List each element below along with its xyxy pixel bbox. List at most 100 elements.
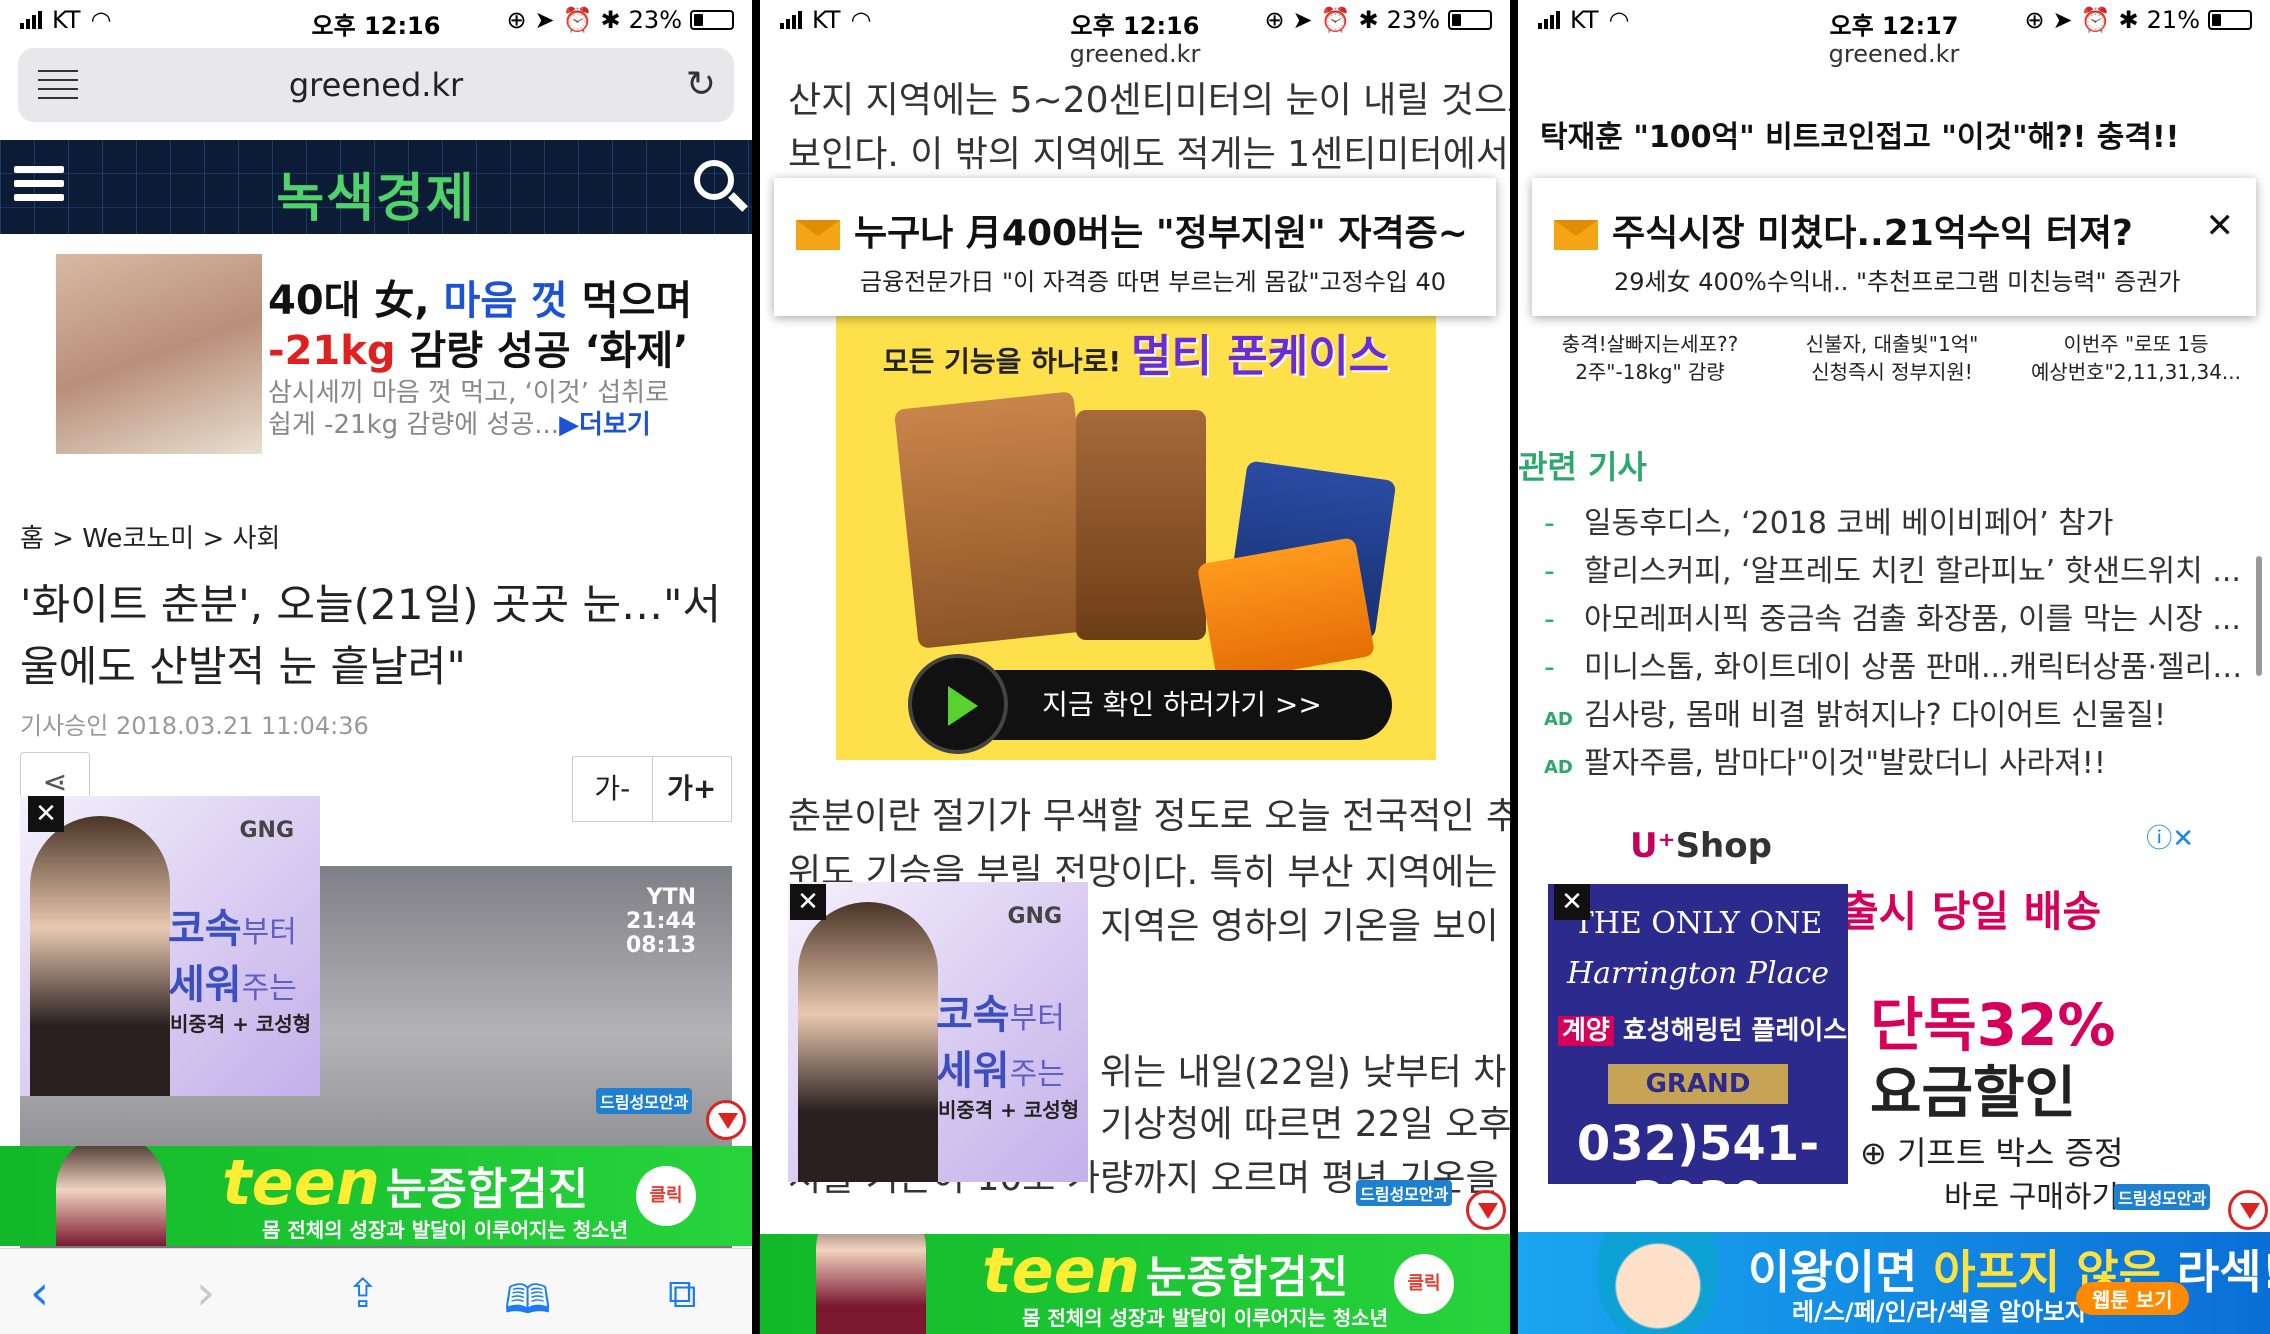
notification-body: 29세女 400%수익내.. "추천프로그램 미친능력" 증권가 (1614, 268, 2181, 296)
safari-toolbar: ‹ › ⇪ 🕮 ⧉ (0, 1248, 752, 1334)
list-item[interactable]: - 일동후디스, ‘2018 코베 베이비페어’ 참가 (1544, 500, 2244, 548)
related-articles-list: - 일동후디스, ‘2018 코베 베이비페어’ 참가 - 할리스커피, ‘알프레도… (1544, 500, 2244, 788)
url-text[interactable]: greened.kr (1518, 40, 2270, 68)
ad-product-image (1076, 410, 1206, 640)
reload-icon[interactable]: ↻ (686, 64, 716, 105)
ad-model-image (816, 1234, 926, 1334)
ad-info-icon[interactable] (2228, 1190, 2268, 1230)
ad-tagline: THE ONLY ONE (1573, 906, 1823, 941)
ad-headline-2: 세워주는 (936, 1048, 1065, 1094)
close-ad-button[interactable]: ✕ (28, 796, 64, 832)
article-title: '화이트 춘분', 오늘(21일) 곳곳 눈…"서울에도 산발적 눈 흩날려" (20, 580, 722, 691)
tabs-icon[interactable]: ⧉ (668, 1271, 697, 1317)
ad-headline-1: 코속부터 (168, 906, 297, 952)
ad-click-badge[interactable]: 클릭 (1394, 1254, 1454, 1314)
scrollbar[interactable] (2256, 556, 2262, 676)
list-item[interactable]: - 할리스커피, ‘알프레도 치킨 할라피뇨’ 핫샌드위치 ... (1544, 548, 2244, 596)
battery-percent: 21% (2146, 6, 2200, 34)
ad-cartoon-image (1598, 1232, 1718, 1334)
lock-rotation-icon: ⊕ (1264, 6, 1285, 34)
ad-line-4: 쉽게 -21kg 감량에 성공...▶더보기 (268, 410, 651, 440)
close-icon[interactable]: ✕ (2206, 206, 2235, 246)
teen-eye-exam-ad[interactable]: teen 눈종합검진 몸 전체의 성장과 발달이 이루어지는 청소년 클릭 (760, 1234, 1510, 1334)
teen-eye-exam-ad[interactable]: teen 눈종합검진 몸 전체의 성장과 발달이 이루어지는 청소년 클릭 (0, 1146, 752, 1246)
screenshot-panel-1: KT ◠ 오후 12:16 ⊕ ➤ ⏰ ✱ 23% greened.kr ↻ 녹색경제 4… (0, 0, 752, 1334)
notification-title: 누구나 月400버는 "정부지원" 자격증~ (796, 204, 1468, 256)
ad-thumbnail[interactable]: 충격!살빠지는세포?? 2주"-18kg" 감량 (1540, 330, 1760, 386)
ad-brand: GNG (239, 818, 294, 843)
lock-rotation-icon: ⊕ (506, 6, 527, 34)
list-item[interactable]: AD 팔자주름, 밤마다"이것"발랐더니 사라져!! (1544, 740, 2244, 788)
gng-floating-ad[interactable]: GNG 코속부터 세워주는 비중격 + 코성형 (788, 882, 1088, 1182)
headline-link[interactable]: 탁재훈 "100억" 비트코인접고 "이것"해?! 충격!! (1540, 112, 2179, 156)
panel-divider (752, 0, 760, 1334)
notification-body: 금융전문가日 "이 자격증 따면 부르는게 몸값"고정수입 40 (860, 268, 1447, 296)
ad-info-icon[interactable] (706, 1100, 746, 1140)
list-item[interactable]: - 아모레퍼시픽 중금속 검출 화장품, 이를 막는 시장 ... (1544, 596, 2244, 644)
breadcrumb[interactable]: 홈 > We코노미 > 사회 (20, 518, 280, 555)
screenshot-panel-3: KT ◠ 오후 12:17 ⊕ ➤ ⏰ ✱ 21% greened.kr 탁재훈 "100… (1518, 0, 2270, 1334)
status-bar: KT ◠ 오후 12:16 ⊕ ➤ ⏰ ✱ 23% (0, 0, 752, 40)
ad-subheadline: 요금할인 (1870, 1061, 2077, 1126)
list-item[interactable]: - 미니스톱, 화이트데이 상품 판매...캐릭터상품·젤리 ... (1544, 644, 2244, 692)
font-increase-button[interactable]: 가+ (651, 757, 732, 821)
close-ad-button[interactable]: ✕ (790, 884, 826, 920)
gng-floating-ad[interactable]: GNG 코속부터 세워주는 비중격 + 코성형 (20, 796, 320, 1096)
push-notification-ad[interactable]: 누구나 月400버는 "정부지원" 자격증~ 금융전문가日 "이 자격증 따면 … (774, 178, 1496, 316)
address-bar[interactable]: greened.kr ↻ (18, 48, 734, 122)
alarm-icon: ⏰ (1320, 6, 1351, 34)
article-date: 기사승인 2018.03.21 11:04:36 (20, 712, 369, 740)
ad-product-image (893, 391, 1099, 649)
font-decrease-button[interactable]: 가- (573, 757, 652, 821)
play-icon[interactable] (908, 654, 1008, 754)
article-text: 보인다. 이 밖의 지역에도 적게는 1센티미터에서 (788, 134, 1509, 175)
ad-headline: 모든 기능을 하나로! 멀티 폰케이스 (882, 331, 1390, 382)
phone-case-ad[interactable]: 모든 기능을 하나로! 멀티 폰케이스 지금 확인 하러가기 >> (836, 310, 1436, 760)
ad-headline-2: 세워주는 (168, 962, 297, 1008)
alarm-icon: ⏰ (2080, 6, 2111, 34)
site-logo[interactable]: 녹색경제 (0, 156, 752, 231)
battery-icon (1448, 10, 1492, 30)
forward-icon[interactable]: › (196, 1265, 215, 1321)
bluetooth-icon: ✱ (2118, 6, 2139, 34)
ad-open-label: GRAND OPEN (1608, 1064, 1788, 1139)
diet-ad-banner[interactable]: 40대 女, 마음 껏 먹으며 -21kg 감량 성공 ‘화제’ 삼시세끼 마음… (56, 254, 696, 454)
list-item[interactable]: AD 김사랑, 몸매 비결 밝혀지나? 다이어트 신물질! (1544, 692, 2244, 740)
notification-title: 주식시장 미쳤다..21억수익 터져? (1554, 204, 2133, 256)
url-text[interactable]: greened.kr (760, 40, 1510, 68)
ad-subline: 레/스/페/인/라/섹을 알아보자 (1792, 1298, 2088, 1326)
back-icon[interactable]: ‹ (30, 1265, 49, 1321)
bluetooth-icon: ✱ (600, 6, 621, 34)
ad-thumbnail[interactable]: 신불자, 대출빛"1억" 신청즉시 정부지원! (1782, 330, 2002, 386)
related-articles-heading: 관련 기사 (1518, 448, 1647, 486)
close-ad-button[interactable]: ✕ (1554, 884, 1590, 920)
share-sheet-icon[interactable]: ⇪ (346, 1271, 380, 1317)
article-text: 기상청에 따르면 22일 오후 (1100, 1104, 1510, 1145)
battery-percent: 23% (628, 6, 682, 34)
battery-percent: 23% (1386, 6, 1440, 34)
url-text: greened.kr (288, 66, 464, 104)
bluetooth-icon: ✱ (1358, 6, 1379, 34)
ad-subline: 몸 전체의 성장과 발달이 이루어지는 청소년 (1022, 1306, 1389, 1330)
alarm-icon: ⏰ (562, 6, 593, 34)
ad-thumbnail[interactable]: 이번주 "로또 1등 예상번호"2,11,31,34... (2026, 330, 2246, 386)
font-size-controls: 가- 가+ (572, 756, 732, 822)
ad-brand: Harrington Place (1566, 956, 1830, 991)
push-notification-ad[interactable]: 주식시장 미쳤다..21억수익 터져? 29세女 400%수익내.. "추천프로… (1532, 178, 2256, 316)
search-icon[interactable] (694, 160, 734, 200)
article-text: 춘분이란 절기가 무색할 정도로 오늘 전국적인 추 (788, 796, 1510, 837)
ad-choices-icon[interactable]: ⓘ✕ (2146, 818, 2194, 855)
battery-icon (2208, 10, 2252, 30)
ad-buy-link[interactable]: 바로 구매하기 › (1944, 1172, 2141, 1216)
site-header: 녹색경제 (0, 140, 752, 234)
envelope-icon (796, 220, 840, 250)
location-icon: ➤ (534, 6, 555, 34)
ad-info-icon[interactable] (1466, 1190, 1506, 1230)
bookmarks-icon[interactable]: 🕮 (504, 1271, 551, 1334)
harrington-place-ad[interactable]: THE ONLY ONE Harrington Place 계양 효성해링턴 플… (1548, 884, 1848, 1184)
ad-more-link[interactable]: ▶더보기 (559, 410, 651, 440)
lasek-ad[interactable]: 이왕이면 아프지 않은 라섹! 레/스/페/인/라/섹을 알아보자 웹툰 보기 (1518, 1232, 2270, 1334)
webtoon-button[interactable]: 웹툰 보기 (2076, 1282, 2189, 1315)
ad-click-badge[interactable]: 클릭 (636, 1166, 696, 1226)
share-icon: ⋖ (42, 765, 68, 800)
